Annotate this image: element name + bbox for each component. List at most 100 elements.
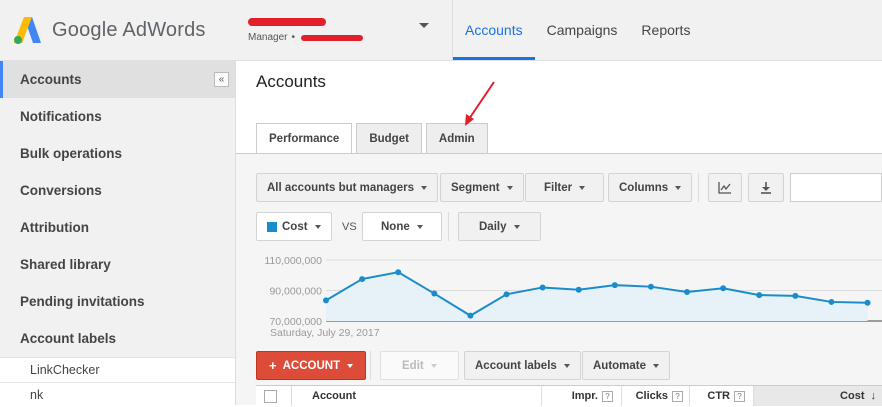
tabs: Performance Budget Admin xyxy=(256,123,492,154)
chevron-down-icon xyxy=(563,363,570,368)
data-point xyxy=(359,276,366,283)
sidebar-item-shared-library[interactable]: Shared library xyxy=(0,246,235,283)
data-point xyxy=(467,312,474,319)
data-point xyxy=(647,283,654,290)
y-tick-label: 90,000,000 xyxy=(269,286,322,298)
select-all-cell xyxy=(256,386,292,406)
column-header-account[interactable]: Account xyxy=(292,386,542,406)
segment-label: Segment xyxy=(451,181,500,194)
chart-svg: 110,000,00090,000,00070,000,000Saturday,… xyxy=(264,255,882,339)
data-point xyxy=(611,282,618,289)
manager-label: Manager xyxy=(248,32,288,43)
chevron-down-icon xyxy=(653,363,660,368)
filter-dropdown[interactable]: Filter xyxy=(525,173,605,202)
topnav-accounts[interactable]: Accounts xyxy=(453,0,535,60)
select-all-checkbox[interactable] xyxy=(264,389,277,403)
adwords-logo-icon xyxy=(14,17,41,44)
column-label: Impr. xyxy=(571,390,598,402)
chevron-down-icon xyxy=(675,185,682,190)
filter-label: Filter xyxy=(544,181,573,194)
scope-dropdown[interactable]: All accounts but managers xyxy=(256,173,438,202)
data-point xyxy=(395,269,402,276)
sidebar-item-pending-invitations[interactable]: Pending invitations xyxy=(0,283,235,320)
main-content: Accounts Performance Budget Admin All ac… xyxy=(236,61,882,406)
page-title: Accounts xyxy=(256,72,326,91)
interval-dropdown[interactable]: Daily xyxy=(458,212,541,241)
adwords-logo[interactable]: Google AdWords xyxy=(14,15,206,45)
chart-toggle-button[interactable] xyxy=(708,173,742,202)
column-label: CTR xyxy=(707,390,730,402)
column-header-cost[interactable]: Cost ↓ xyxy=(754,386,882,406)
sidebar-item-accounts[interactable]: Accounts « xyxy=(0,61,235,98)
chevron-down-icon xyxy=(430,363,437,368)
logo-text: Google AdWords xyxy=(52,18,206,41)
sidebar-item-bulk-operations[interactable]: Bulk operations xyxy=(0,135,235,172)
x-axis-date-label: Saturday, July 29, 2017 xyxy=(270,327,380,339)
data-point xyxy=(756,292,763,299)
search-input[interactable] xyxy=(790,173,882,202)
column-header-clicks[interactable]: Clicks ? xyxy=(622,386,690,406)
tab-budget[interactable]: Budget xyxy=(356,123,422,153)
download-icon xyxy=(761,181,771,194)
tab-performance[interactable]: Performance xyxy=(256,123,353,154)
top-bar: Google AdWords Manager • Accounts Campai… xyxy=(0,0,882,61)
column-header-impr[interactable]: Impr. ? xyxy=(542,386,622,406)
data-point xyxy=(431,290,438,297)
chevron-down-icon xyxy=(314,224,321,229)
data-point xyxy=(684,289,691,296)
chart-icon xyxy=(718,181,731,194)
chevron-down-icon xyxy=(420,185,427,190)
metric2-dropdown[interactable]: None xyxy=(362,212,442,241)
download-button[interactable] xyxy=(748,173,784,202)
sidebar-item-account-labels[interactable]: Account labels xyxy=(0,320,235,357)
topnav-campaigns[interactable]: Campaigns xyxy=(535,0,630,60)
data-point xyxy=(864,299,871,306)
toolbar-separator xyxy=(448,212,449,241)
sidebar-item-label: Accounts xyxy=(20,72,82,87)
chevron-down-icon xyxy=(506,185,513,190)
column-header-ctr[interactable]: CTR ? xyxy=(690,386,754,406)
sort-descending-icon: ↓ xyxy=(870,390,877,402)
sidebar-sub-item-linkchecker[interactable]: LinkChecker xyxy=(0,357,235,382)
toolbar-separator xyxy=(370,351,371,380)
top-nav: Accounts Campaigns Reports xyxy=(452,0,702,60)
automate-dropdown[interactable]: Automate xyxy=(582,351,671,380)
chevron-down-icon xyxy=(579,185,586,190)
chevron-down-icon xyxy=(347,363,354,368)
metric2-label: None xyxy=(381,220,410,233)
account-labels-list: LinkChecker nk xyxy=(0,357,235,407)
automate-label: Automate xyxy=(593,359,647,372)
customer-id-redacted xyxy=(300,34,363,41)
account-switcher[interactable]: Manager • xyxy=(248,14,363,43)
account-labels-label: Account labels xyxy=(475,359,557,372)
metric-color-swatch xyxy=(267,221,277,232)
chevron-down-icon xyxy=(513,224,520,229)
add-account-label: ACCOUNT xyxy=(282,359,341,372)
account-dropdown-caret-icon[interactable] xyxy=(419,23,429,28)
segment-dropdown[interactable]: Segment xyxy=(440,173,524,202)
chevron-down-icon xyxy=(416,224,423,229)
data-point xyxy=(503,291,510,298)
toolbar-separator xyxy=(698,173,699,202)
column-label: Account xyxy=(312,390,356,402)
data-point xyxy=(539,284,546,291)
metric1-dropdown[interactable]: Cost xyxy=(256,212,332,241)
add-account-button[interactable]: + ACCOUNT xyxy=(256,351,367,380)
help-icon[interactable]: ? xyxy=(734,390,745,402)
edit-dropdown[interactable]: Edit xyxy=(380,351,459,380)
help-icon[interactable]: ? xyxy=(602,390,613,402)
collapse-sidebar-icon[interactable]: « xyxy=(214,72,229,87)
sidebar-item-notifications[interactable]: Notifications xyxy=(0,98,235,135)
topnav-reports[interactable]: Reports xyxy=(629,0,702,60)
account-labels-dropdown[interactable]: Account labels xyxy=(464,351,581,380)
tab-admin[interactable]: Admin xyxy=(425,123,488,153)
sidebar-sub-item-nk[interactable]: nk xyxy=(0,382,235,407)
data-point xyxy=(792,292,799,299)
data-point xyxy=(575,286,582,293)
vs-label: VS xyxy=(342,221,357,233)
help-icon[interactable]: ? xyxy=(672,390,683,402)
interval-label: Daily xyxy=(479,220,507,233)
sidebar-item-attribution[interactable]: Attribution xyxy=(0,209,235,246)
sidebar-item-conversions[interactable]: Conversions xyxy=(0,172,235,209)
columns-dropdown[interactable]: Columns xyxy=(608,173,693,202)
